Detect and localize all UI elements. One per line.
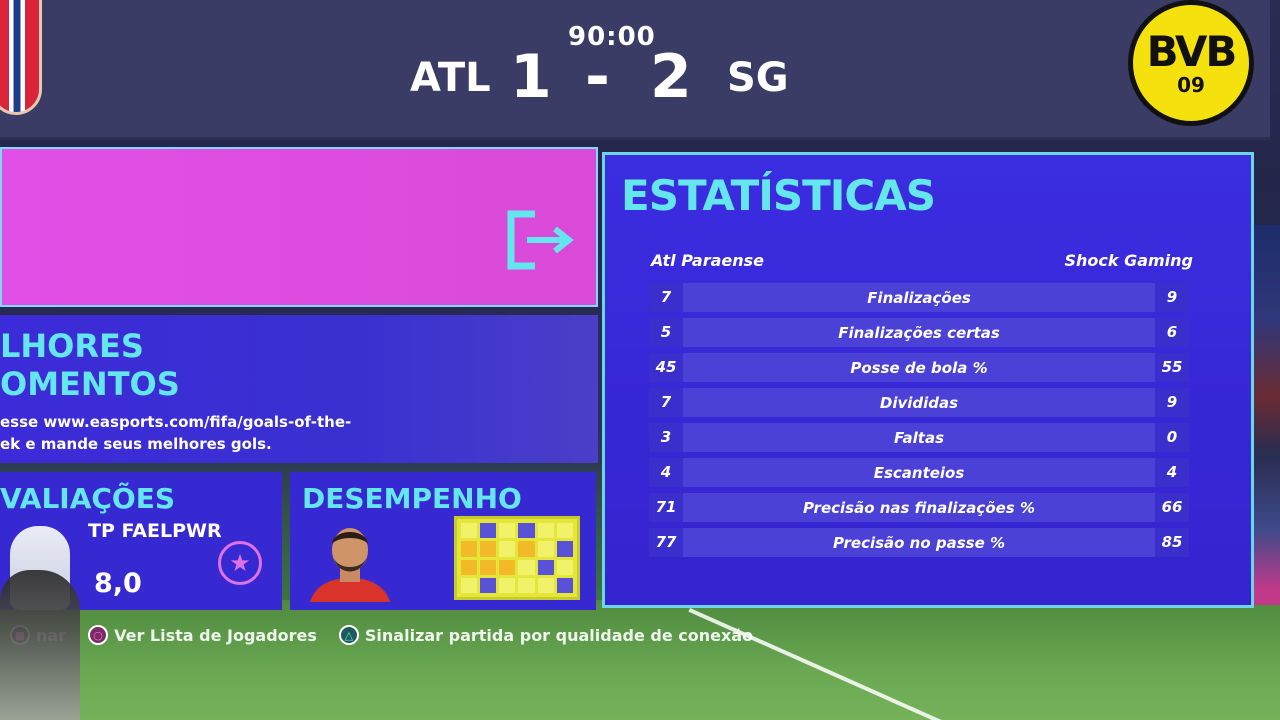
stat-home-value: 4 [649, 458, 683, 487]
hint-player-list-label: Ver Lista de Jogadores [114, 625, 317, 645]
highlights-text-line1: esse www.easports.com/fifa/goals-of-the- [0, 413, 352, 431]
highlights-text-line2: ek e mande seus melhores gols. [0, 435, 272, 453]
button-hints-bar: ■ nar ○ Ver Lista de Jogadores △ Sinaliz… [10, 622, 770, 648]
stat-row: 7 Divididas 9 [649, 388, 1189, 417]
highlights-description: esse www.easports.com/fifa/goals-of-the-… [0, 411, 351, 455]
stat-label: Divididas [879, 393, 959, 412]
stat-home-value: 5 [649, 318, 683, 347]
foreground-bottle [0, 570, 80, 720]
stat-away-value: 85 [1155, 528, 1189, 557]
away-team-abbr: SG [727, 55, 789, 101]
performance-title: DESEMPENHO [302, 482, 522, 515]
pitch-background [0, 600, 1280, 720]
home-team-abbr: ATL [410, 55, 491, 101]
exit-arrow-icon[interactable] [505, 210, 575, 270]
home-team-crest-icon [0, 0, 42, 115]
highlights-title-line2: OMENTOS [0, 365, 180, 403]
player-rating: 8,0 [94, 568, 142, 599]
statistics-rows: 7 Finalizações 9 5 Finalizações certas 6… [649, 283, 1189, 563]
stat-row: 3 Faltas 0 [649, 423, 1189, 452]
circle-button-icon: ○ [88, 625, 109, 645]
stat-away-value: 4 [1155, 458, 1189, 487]
stat-home-value: 7 [649, 388, 683, 417]
hint-report-label: Sinalizar partida por qualidade de conex… [364, 625, 754, 645]
highlights-title: LHORES OMENTOS [0, 327, 180, 403]
stat-label: Escanteios [873, 463, 965, 482]
stat-label: Precisão no passe % [832, 533, 1006, 552]
highlights-panel[interactable]: LHORES OMENTOS esse www.easports.com/fif… [0, 315, 598, 463]
stat-away-value: 6 [1155, 318, 1189, 347]
stat-home-value: 77 [649, 528, 683, 557]
triangle-button-icon: △ [338, 625, 359, 645]
statistics-away-team: Shock Gaming [1064, 251, 1193, 270]
stat-label: Precisão nas finalizações % [803, 498, 1035, 517]
player-portrait-icon [310, 528, 390, 602]
stat-row: 45 Posse de bola % 55 [649, 353, 1189, 382]
badge-year: 09 [1177, 73, 1205, 97]
stat-label: Faltas [893, 428, 944, 447]
stat-row: 77 Precisão no passe % 85 [649, 528, 1189, 557]
stat-row: 7 Finalizações 9 [649, 283, 1189, 312]
stat-home-value: 7 [649, 283, 683, 312]
statistics-title: ESTATÍSTICAS [621, 171, 936, 220]
hint-report-connection[interactable]: △ Sinalizar partida por qualidade de con… [338, 625, 754, 645]
heatmap [454, 516, 580, 600]
score-separator: - [585, 42, 610, 112]
star-icon: ★ [218, 541, 262, 585]
home-score: 1 [510, 42, 552, 112]
statistics-home-team: Atl Paraense [651, 251, 765, 270]
stat-label: Posse de bola % [850, 358, 988, 377]
ratings-title: VALIAÇÕES [0, 482, 176, 515]
stat-row: 71 Precisão nas finalizações % 66 [649, 493, 1189, 522]
away-score: 2 [650, 42, 692, 112]
stat-row: 5 Finalizações certas 6 [649, 318, 1189, 347]
away-team-crest-icon: BVB 09 [1128, 0, 1254, 126]
player-name: TP FAELPWR [88, 520, 222, 542]
stat-away-value: 9 [1155, 283, 1189, 312]
badge-letters: BVB [1146, 27, 1238, 76]
stat-home-value: 45 [649, 353, 683, 382]
statistics-panel: ESTATÍSTICAS Atl Paraense Shock Gaming 7… [602, 152, 1254, 608]
stat-home-value: 71 [649, 493, 683, 522]
scoreboard-header: 90:00 ATL 1 - 2 SG BVB 09 [0, 0, 1270, 140]
stat-home-value: 3 [649, 423, 683, 452]
performance-panel[interactable]: DESEMPENHO [290, 472, 596, 610]
stat-row: 4 Escanteios 4 [649, 458, 1189, 487]
stat-label: Finalizações [867, 288, 971, 307]
match-clock: 90:00 [568, 22, 656, 52]
stat-away-value: 66 [1155, 493, 1189, 522]
stat-away-value: 0 [1155, 423, 1189, 452]
stat-away-value: 55 [1155, 353, 1189, 382]
highlights-title-line1: LHORES [0, 327, 144, 365]
stat-away-value: 9 [1155, 388, 1189, 417]
hint-player-list[interactable]: ○ Ver Lista de Jogadores [88, 625, 317, 645]
stat-label: Finalizações certas [838, 323, 1000, 342]
